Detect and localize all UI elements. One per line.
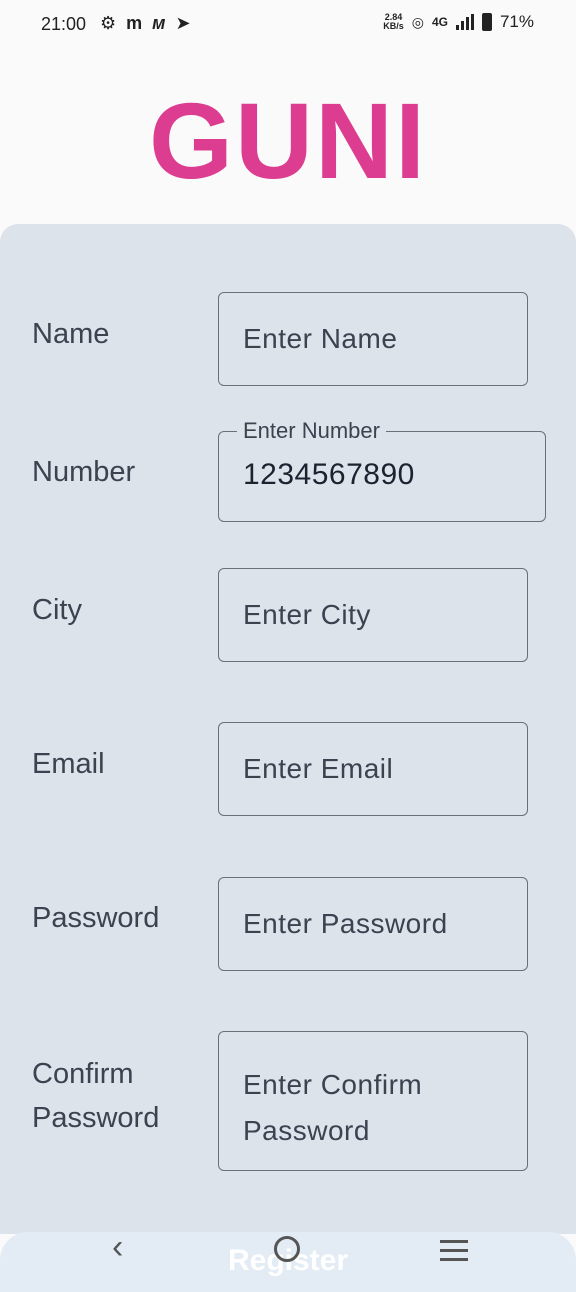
password-label: Password bbox=[32, 902, 160, 934]
name-input[interactable]: Enter Name bbox=[218, 292, 528, 386]
city-label: City bbox=[32, 594, 82, 626]
signal-icon bbox=[455, 14, 474, 30]
battery-icon bbox=[481, 13, 492, 31]
confirm-password-placeholder: Enter Confirm Password bbox=[243, 1069, 423, 1146]
settings-icon: ⚙ bbox=[100, 13, 117, 33]
email-label: Email bbox=[32, 748, 105, 780]
number-label: Number bbox=[32, 456, 136, 488]
status-bar: 21:00 ⚙ m м ➤ 2.84 KB/s ◎ 4G 71% bbox=[0, 0, 576, 48]
registration-card: Name Enter Name Number Enter Number 1234… bbox=[0, 224, 576, 1234]
password-input[interactable]: Enter Password bbox=[218, 877, 528, 971]
home-icon[interactable] bbox=[274, 1236, 300, 1262]
app-logo: GUNI bbox=[149, 80, 427, 201]
city-input[interactable]: Enter City bbox=[218, 568, 528, 662]
confirm-password-input[interactable]: Enter Confirm Password bbox=[218, 1031, 528, 1171]
menu-icon[interactable] bbox=[440, 1240, 468, 1267]
back-icon[interactable]: ‹ bbox=[112, 1228, 123, 1267]
m-icon: m bbox=[126, 13, 143, 33]
password-placeholder: Enter Password bbox=[243, 908, 448, 939]
network-type: 4G bbox=[431, 15, 448, 29]
status-right: 2.84 KB/s ◎ 4G 71% bbox=[383, 12, 534, 32]
name-label: Name bbox=[32, 318, 110, 350]
telegram-icon: ➤ bbox=[175, 13, 191, 33]
email-placeholder: Enter Email bbox=[243, 753, 394, 784]
hotspot-icon: ◎ bbox=[411, 13, 424, 30]
city-placeholder: Enter City bbox=[243, 599, 371, 630]
number-value: 1234567890 bbox=[243, 458, 415, 491]
network-speed: 2.84 KB/s bbox=[383, 12, 404, 31]
battery-percent: 71% bbox=[499, 12, 534, 31]
notification-icons: ⚙ m м ➤ bbox=[100, 13, 191, 34]
confirm-password-label: Confirm Password bbox=[32, 1058, 160, 1134]
email-input[interactable]: Enter Email bbox=[218, 722, 528, 816]
name-placeholder: Enter Name bbox=[243, 323, 398, 354]
m-icon: м bbox=[152, 13, 166, 33]
status-time: 21:00 bbox=[41, 14, 87, 34]
number-input[interactable]: Enter Number 1234567890 bbox=[218, 418, 546, 522]
number-floating-label: Enter Number bbox=[237, 418, 386, 444]
